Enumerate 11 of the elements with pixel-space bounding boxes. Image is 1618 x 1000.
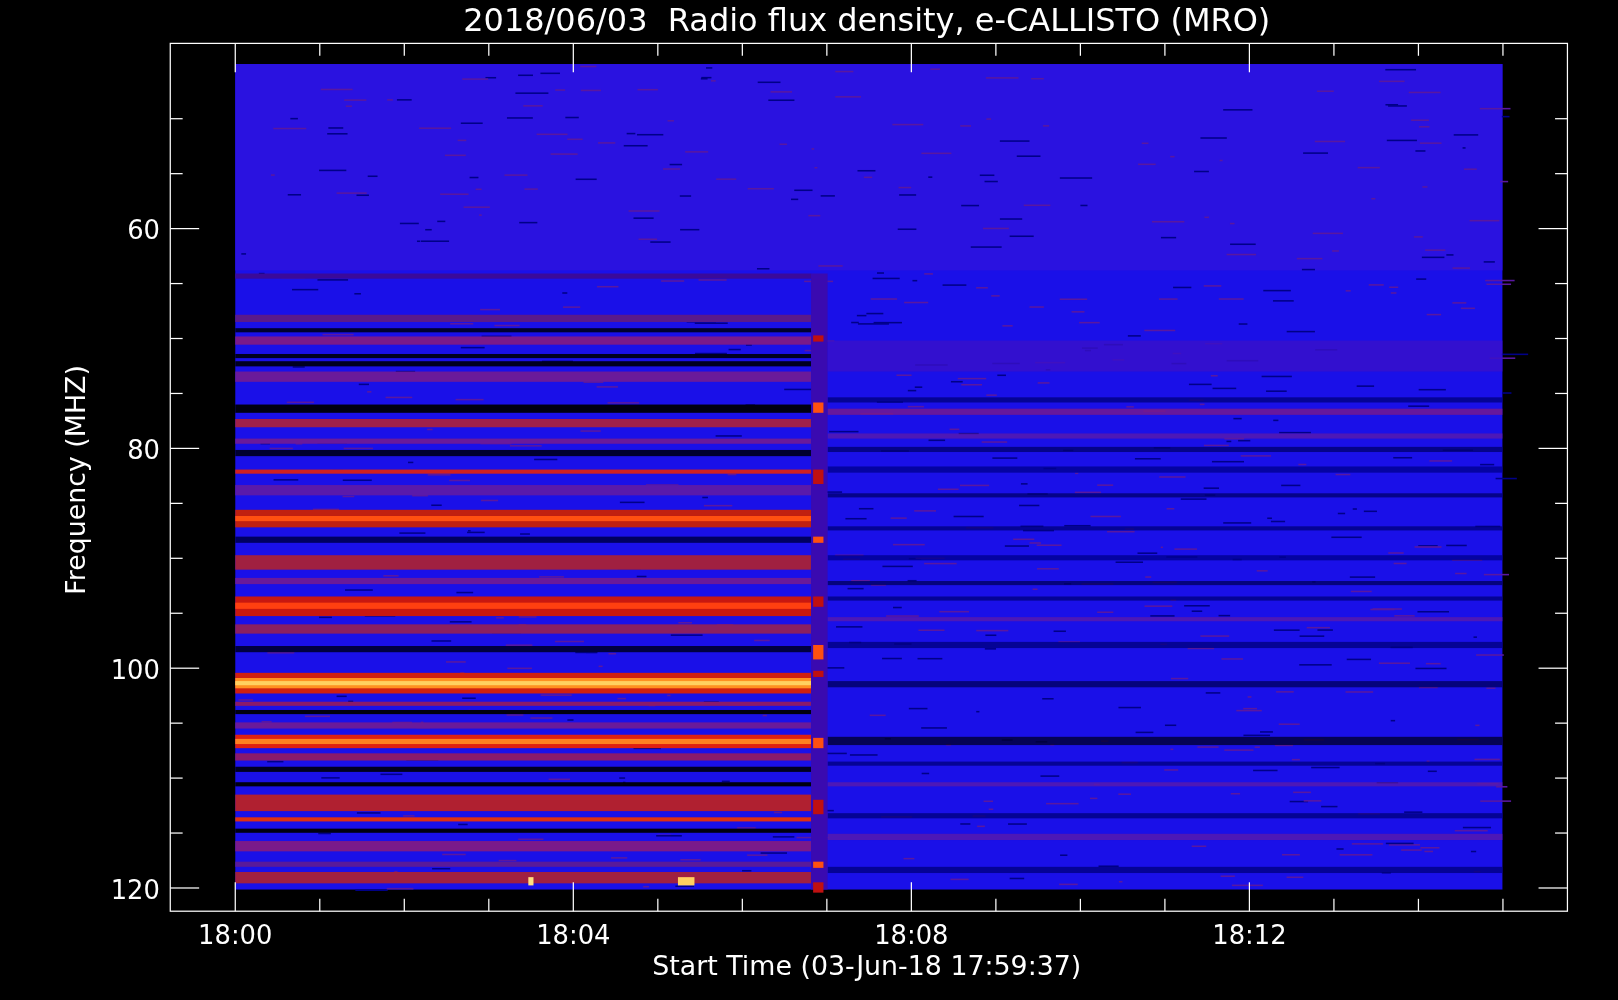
y-axis-label: Frequency (MHZ) [59, 365, 91, 595]
y-tick-label: 60 [127, 215, 160, 246]
y-tick-label: 100 [110, 655, 160, 686]
y-tick-label: 80 [127, 435, 160, 466]
x-axis-label: Start Time (03-Jun-18 17:59:37) [652, 950, 1082, 982]
x-tick-label: 18:00 [198, 920, 273, 951]
y-tick-label: 120 [110, 874, 160, 905]
x-tick-label: 18:12 [1212, 920, 1287, 951]
chart-title: 2018/06/03 Radio flux density, e-CALLISTO (MRO) [463, 1, 1271, 39]
x-tick-label: 18:04 [536, 920, 611, 951]
x-tick-label: 18:08 [874, 920, 949, 951]
